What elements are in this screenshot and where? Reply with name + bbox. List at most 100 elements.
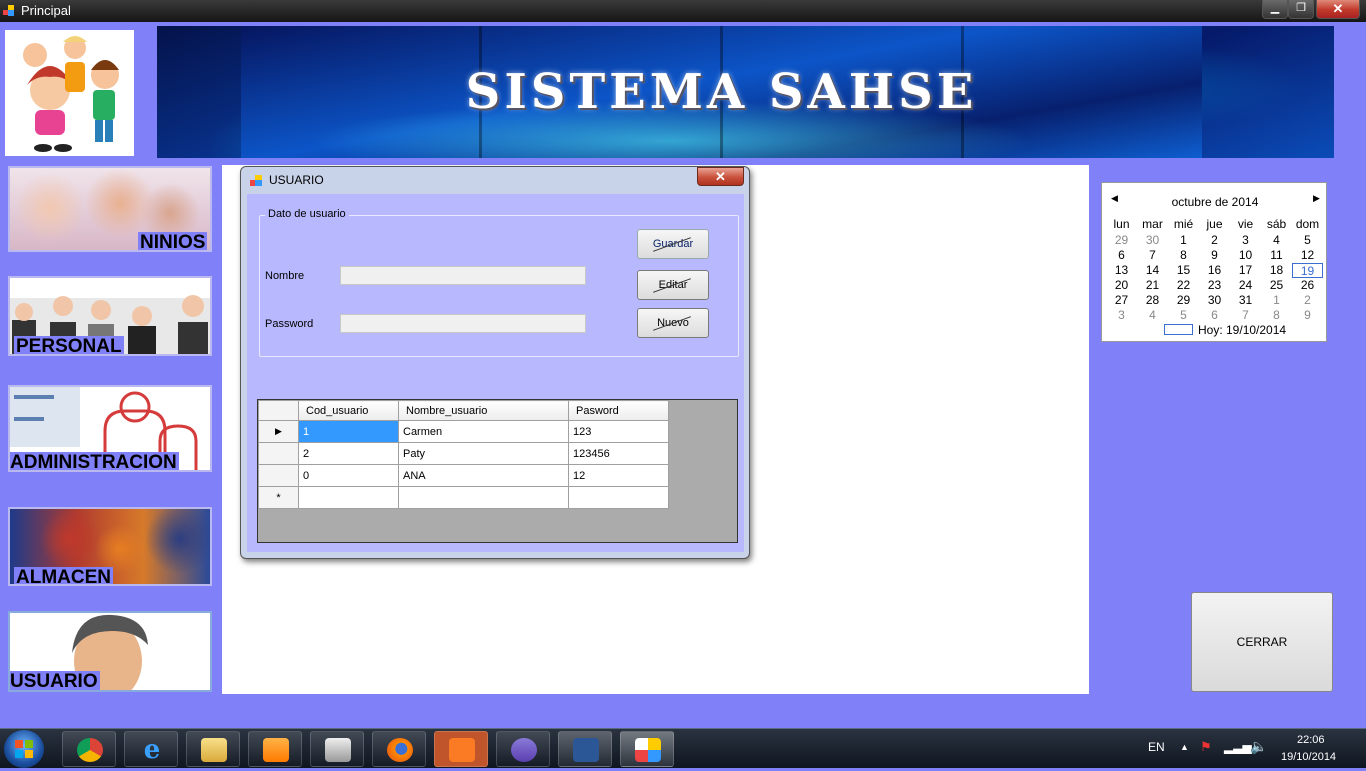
taskbar-application[interactable] [620,731,674,767]
calendar-day[interactable]: 22 [1168,278,1199,293]
taskbar-chrome[interactable] [62,731,116,767]
nuevo-button[interactable]: Nuevo [637,308,709,338]
menu-administracion[interactable]: ADMINISTRACION [8,385,212,472]
calendar-day[interactable]: 30 [1199,293,1230,308]
taskbar-media-player[interactable] [248,731,302,767]
calendar-day[interactable]: 2 [1292,293,1323,308]
today-link[interactable]: Hoy: 19/10/2014 [1198,323,1286,337]
calendar-day[interactable]: 14 [1137,263,1168,278]
cell-nombre[interactable] [398,486,569,509]
table-row[interactable]: 2 Paty 123456 [258,442,669,465]
calendar-day[interactable]: 25 [1261,278,1292,293]
calendar-day[interactable]: 7 [1230,308,1261,323]
calendar-day[interactable]: 9 [1199,248,1230,263]
calendar-day[interactable]: 8 [1168,248,1199,263]
nombre-field[interactable] [340,266,586,285]
calendar-day[interactable]: 23 [1199,278,1230,293]
calendar-day[interactable]: 27 [1106,293,1137,308]
calendar-day[interactable]: 6 [1199,308,1230,323]
calendar-day[interactable]: 4 [1137,308,1168,323]
calendar-day[interactable]: 5 [1168,308,1199,323]
minimize-button[interactable]: ▁ [1262,0,1288,19]
taskbar-visual-studio[interactable] [496,731,550,767]
dialog-close-button[interactable]: ✕ [697,167,744,186]
calendar-day[interactable]: 1 [1261,293,1292,308]
usuarios-grid[interactable]: Cod_usuario Nombre_usuario Pasword ▶ 1 C… [257,399,738,543]
cell-pass[interactable]: 12 [568,464,669,487]
calendar-day[interactable]: 5 [1292,233,1323,248]
taskbar-internet-explorer[interactable]: e [124,731,178,767]
menu-personal[interactable]: PERSONAL [8,276,212,356]
password-field[interactable] [340,314,586,333]
calendar-day[interactable]: 3 [1106,308,1137,323]
calendar-day[interactable]: 3 [1230,233,1261,248]
calendar-day[interactable]: 6 [1106,248,1137,263]
network-signal-icon[interactable]: ▂▃▅ [1224,740,1252,754]
calendar-day[interactable]: 19 [1292,263,1323,278]
month-calendar[interactable]: ◀ octubre de 2014 ▶ lun mar mié jue vie sáb do… [1101,182,1327,342]
calendar-day[interactable]: 2 [1199,233,1230,248]
calendar-day[interactable]: 26 [1292,278,1323,293]
cerrar-button[interactable]: CERRAR [1191,592,1333,692]
maximize-button[interactable]: ❐ [1288,0,1314,19]
column-header-pasword[interactable]: Pasword [568,400,669,421]
clock-date[interactable]: 19/10/2014 [1281,751,1336,763]
cell-pass[interactable]: 123 [568,420,669,443]
calendar-day[interactable]: 28 [1137,293,1168,308]
table-row[interactable]: 0 ANA 12 [258,464,669,487]
calendar-day[interactable]: 12 [1292,248,1323,263]
calendar-day[interactable]: 24 [1230,278,1261,293]
taskbar-xampp[interactable] [434,731,488,767]
taskbar-word[interactable] [558,731,612,767]
calendar-day[interactable]: 31 [1230,293,1261,308]
calendar-day[interactable]: 11 [1261,248,1292,263]
cell-cod[interactable]: 1 [298,420,399,443]
table-row[interactable]: ▶ 1 Carmen 123 [258,420,669,443]
cell-cod[interactable]: 0 [298,464,399,487]
calendar-day[interactable]: 29 [1106,233,1137,248]
cell-pass[interactable]: 123456 [568,442,669,465]
menu-almacen[interactable]: ALMACEN [8,507,212,586]
calendar-day[interactable]: 10 [1230,248,1261,263]
menu-usuario[interactable]: USUARIO [8,611,212,692]
row-header[interactable] [258,442,299,465]
calendar-day[interactable]: 29 [1168,293,1199,308]
cell-pass[interactable] [568,486,669,509]
column-header-nombre[interactable]: Nombre_usuario [398,400,569,421]
action-center-flag-icon[interactable]: ⚑ [1200,739,1212,755]
calendar-day[interactable]: 4 [1261,233,1292,248]
volume-icon[interactable]: 🔈 [1250,738,1267,755]
calendar-day[interactable]: 17 [1230,263,1261,278]
cell-nombre[interactable]: Paty [398,442,569,465]
calendar-day[interactable]: 15 [1168,263,1199,278]
clock-time[interactable]: 22:06 [1297,734,1325,746]
close-window-button[interactable]: ✕ [1316,0,1360,19]
menu-ninios[interactable]: NINIOS [8,166,212,252]
tray-expand-icon[interactable]: ▲ [1180,742,1189,752]
calendar-day[interactable]: 20 [1106,278,1137,293]
editar-button[interactable]: Editar [637,270,709,300]
calendar-day[interactable]: 7 [1137,248,1168,263]
cell-nombre[interactable]: ANA [398,464,569,487]
new-row[interactable]: * [258,486,669,509]
calendar-day[interactable]: 1 [1168,233,1199,248]
taskbar-utility[interactable] [310,731,364,767]
calendar-day[interactable]: 16 [1199,263,1230,278]
taskbar-file-explorer[interactable] [186,731,240,767]
language-indicator[interactable]: EN [1148,740,1165,754]
cell-cod[interactable] [298,486,399,509]
calendar-day[interactable]: 18 [1261,263,1292,278]
row-header[interactable] [258,464,299,487]
taskbar-firefox[interactable] [372,731,426,767]
calendar-day[interactable]: 30 [1137,233,1168,248]
calendar-day[interactable]: 9 [1292,308,1323,323]
guardar-button[interactable]: Guardar [637,229,709,259]
start-button[interactable] [4,730,44,768]
calendar-day[interactable]: 13 [1106,263,1137,278]
cell-nombre[interactable]: Carmen [398,420,569,443]
calendar-day[interactable]: 8 [1261,308,1292,323]
next-month-arrow-icon[interactable]: ▶ [1313,193,1320,204]
calendar-day[interactable]: 21 [1137,278,1168,293]
column-header-cod[interactable]: Cod_usuario [298,400,399,421]
cell-cod[interactable]: 2 [298,442,399,465]
